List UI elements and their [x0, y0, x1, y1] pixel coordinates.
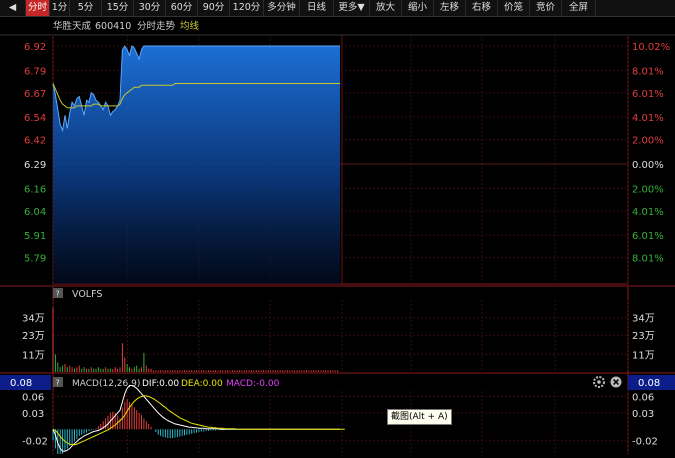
- tab-multi-min[interactable]: 多分钟: [264, 0, 300, 16]
- move-right-button[interactable]: 右移: [466, 0, 498, 16]
- macd-tick-left: -0.02: [22, 436, 48, 447]
- price-tick-label: 6.04: [24, 207, 46, 218]
- zoom-out-button[interactable]: 缩小: [402, 0, 434, 16]
- pct-tick-label: 4.01%: [632, 207, 664, 218]
- price-area: [52, 45, 340, 284]
- period-toolbar: ◀ 分时 1分 5分 15分 30分 60分 90分 120分 多分钟 日线 更多▼ 放大 缩小 左移 右移价…: [0, 0, 675, 17]
- chart-mode-label: 分时走势: [137, 20, 176, 32]
- macd-tick-right: 0.06: [632, 392, 654, 403]
- price-tick-label: 6.92: [24, 42, 46, 53]
- macd-value-left: 0.08: [10, 378, 32, 389]
- stock-code: 600410: [95, 21, 131, 32]
- macd-tick-right: -0.02: [632, 436, 658, 447]
- price-tick-label: 5.79: [24, 254, 46, 265]
- pct-tick-label: 8.01%: [632, 254, 664, 265]
- price-tick-label: 6.42: [24, 136, 46, 147]
- pct-axis-right: 10.02% 8.01% 6.01% 4.01% 2.00% 0.00% 2.00% 4.01…: [632, 42, 670, 265]
- volume-help-glyph: ?: [56, 290, 60, 299]
- macd-tick-right: 0.03: [632, 409, 654, 420]
- pct-tick-label: 4.01%: [632, 113, 664, 124]
- pct-tick-label: 6.01%: [632, 231, 664, 242]
- close-icon[interactable]: [610, 376, 622, 388]
- tab-daily[interactable]: 日线: [300, 0, 334, 16]
- volume-indicator-label: VOLFS: [72, 289, 102, 300]
- chart-svg: 华胜天成 600410 分时走势 均线 6.92 6.79 6.67 6.54 6.42…: [0, 20, 675, 457]
- tab-1min[interactable]: 1分: [50, 0, 70, 16]
- pct-tick-label: 2.00%: [632, 136, 664, 147]
- auction-button[interactable]: 竞价: [530, 0, 562, 16]
- macd-title: MACD(12,26,9): [72, 379, 140, 389]
- price-tick-label: 6.79: [24, 66, 46, 77]
- chart-stage: 华胜天成 600410 分时走势 均线 6.92 6.79 6.67 6.54 6.42…: [0, 17, 675, 457]
- prev-arrow-button[interactable]: ◀: [0, 0, 26, 16]
- macd-dif: DIF:0.00: [142, 379, 179, 389]
- zoom-in-button[interactable]: 放大: [370, 0, 402, 16]
- macd-dif-line: [52, 385, 340, 452]
- pct-tick-label: 6.01%: [632, 89, 664, 100]
- volume-grid: [52, 300, 629, 372]
- volume-tick-right: 11万: [632, 350, 655, 361]
- price-cage-button[interactable]: 价笼: [498, 0, 530, 16]
- price-tick-label: 6.54: [24, 113, 46, 124]
- screenshot-tooltip: 截图(Alt + A): [387, 409, 452, 425]
- stock-name: 华胜天成: [53, 20, 92, 32]
- macd-tick-left: 0.06: [22, 392, 44, 403]
- price-tick-label: 5.91: [24, 231, 46, 242]
- price-fill-area: [53, 46, 340, 284]
- tab-90min[interactable]: 90分: [198, 0, 230, 16]
- move-left-button[interactable]: 左移: [434, 0, 466, 16]
- volume-tick-left: 23万: [22, 331, 45, 342]
- macd-tick-left: 0.03: [22, 409, 44, 420]
- tab-5min[interactable]: 5分: [70, 0, 102, 16]
- macd-help-glyph: ?: [56, 379, 60, 388]
- price-tick-label: 6.16: [24, 184, 46, 195]
- tab-15min[interactable]: 15分: [102, 0, 134, 16]
- macd-value: MACD:-0.00: [226, 379, 280, 389]
- price-axis-left: 6.92 6.79 6.67 6.54 6.42 6.29 6.16 6.04 5.91 5.79: [24, 42, 46, 265]
- more-menu-button[interactable]: 更多▼: [334, 0, 370, 16]
- volume-tick-left: 11万: [22, 350, 45, 361]
- tab-60min[interactable]: 60分: [166, 0, 198, 16]
- pct-tick-label: 2.00%: [632, 184, 664, 195]
- pct-tick-label: 0.00%: [632, 160, 664, 171]
- pct-tick-label: 8.01%: [632, 66, 664, 77]
- tab-120min[interactable]: 120分: [230, 0, 264, 16]
- macd-dea: DEA:0.00: [181, 379, 223, 389]
- macd-value-right: 0.08: [638, 378, 660, 389]
- tab-intraday[interactable]: 分时: [26, 0, 50, 16]
- gear-icon[interactable]: [593, 376, 605, 388]
- price-tick-label: 6.29: [24, 160, 46, 171]
- volume-tick-right: 34万: [632, 314, 655, 325]
- price-tick-label: 6.67: [24, 89, 46, 100]
- tab-30min[interactable]: 30分: [134, 0, 166, 16]
- volume-tick-right: 23万: [632, 331, 655, 342]
- volume-tick-left: 34万: [22, 314, 45, 325]
- avg-line-legend: 均线: [180, 20, 200, 32]
- pct-tick-label: 10.02%: [632, 42, 670, 53]
- fullscreen-button[interactable]: 全屏: [562, 0, 596, 16]
